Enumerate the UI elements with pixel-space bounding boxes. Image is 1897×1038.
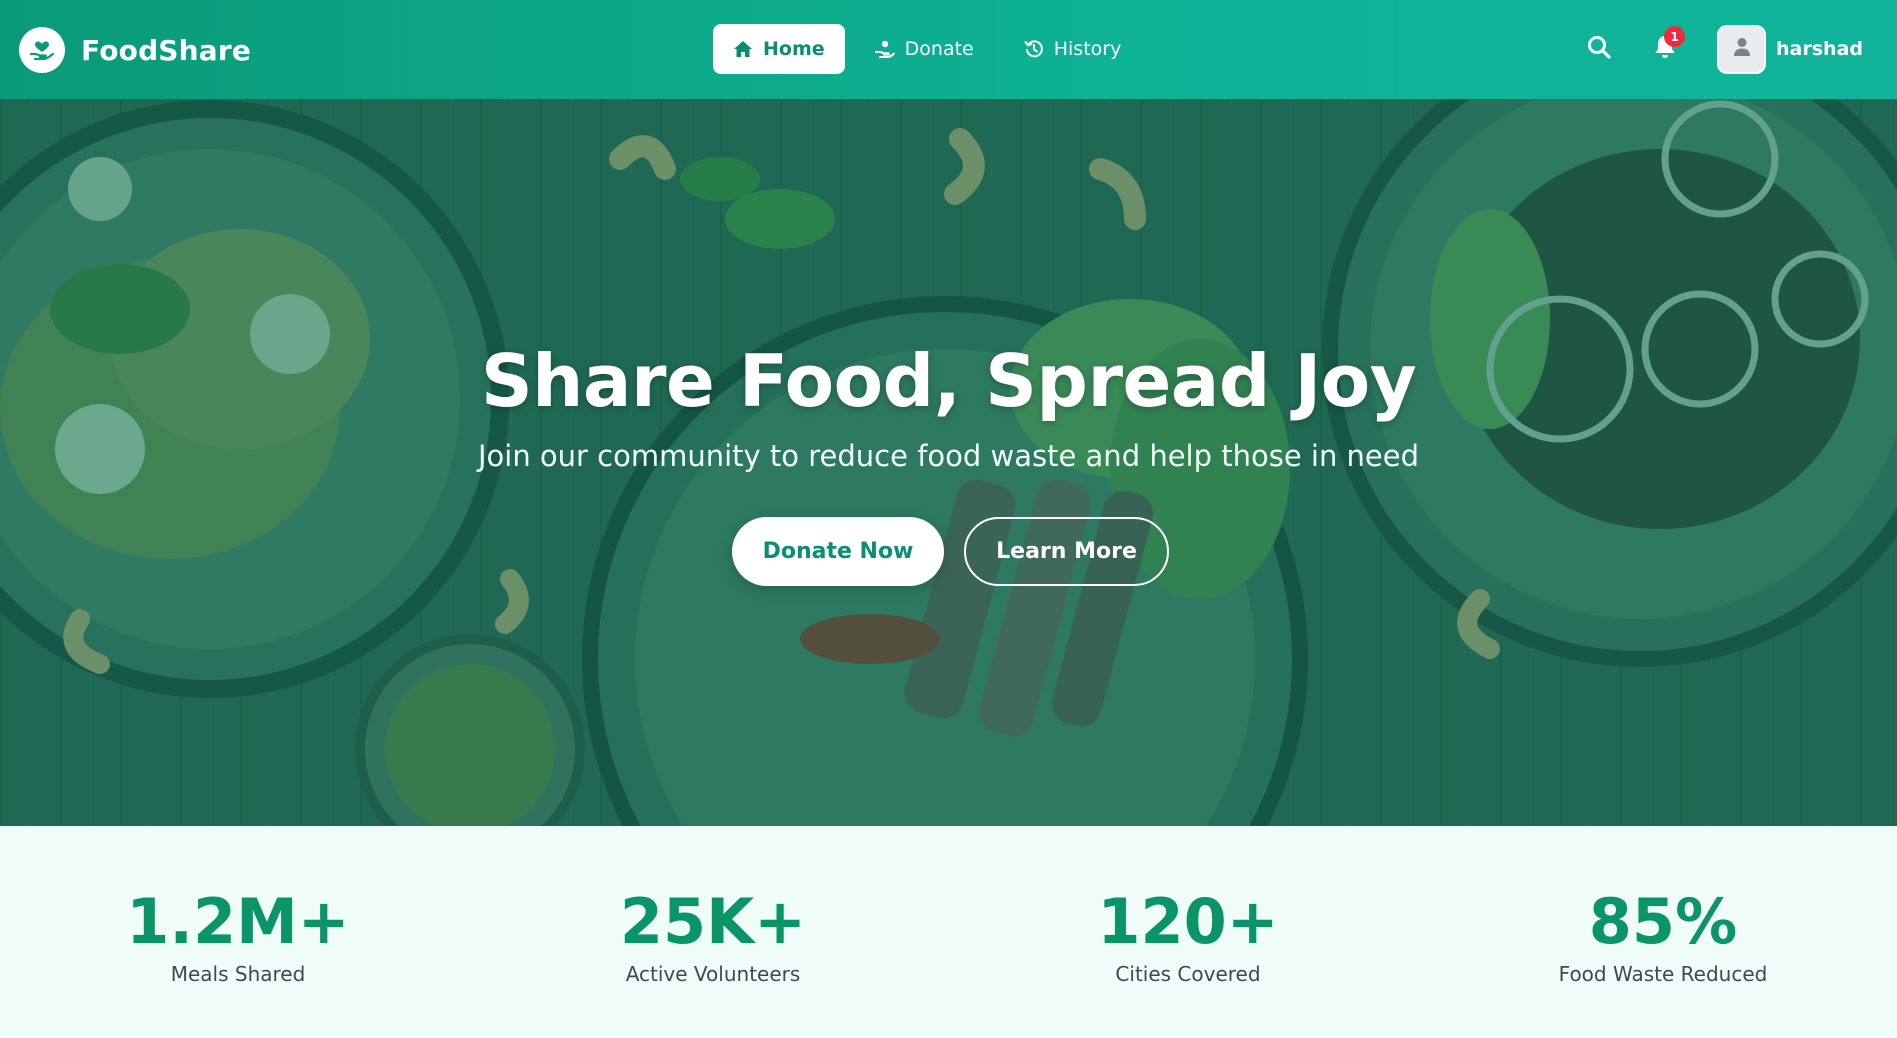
stat-meals-shared: 1.2M+ Meals Shared: [28, 885, 448, 987]
stat-value: 25K+: [619, 885, 807, 958]
nav-item-label: History: [1053, 38, 1122, 60]
stat-value: 1.2M+: [126, 885, 350, 958]
stat-label: Meals Shared: [170, 962, 306, 986]
history-icon: [1024, 39, 1044, 59]
stat-cities-covered: 120+ Cities Covered: [978, 885, 1398, 987]
hand-heart-icon: [19, 27, 65, 73]
brand-name: FoodShare: [81, 33, 252, 67]
stat-value: 85%: [1588, 885, 1738, 958]
search-button[interactable]: [1579, 29, 1619, 69]
username: harshad: [1776, 38, 1863, 60]
top-navbar: FoodShare Home Donate History 1 harshad: [0, 0, 1897, 99]
nav-item-history[interactable]: History: [1004, 24, 1142, 74]
hero-actions: Donate Now Learn More: [732, 517, 1169, 586]
stat-food-waste-reduced: 85% Food Waste Reduced: [1453, 885, 1873, 987]
notifications-button[interactable]: 1: [1645, 26, 1686, 69]
hand-donate-icon: [874, 39, 895, 59]
donate-now-button[interactable]: Donate Now: [732, 517, 944, 586]
user-menu[interactable]: harshad: [1717, 24, 1863, 74]
avatar: [1717, 24, 1767, 74]
nav-item-label: Home: [763, 38, 825, 60]
search-icon: [1586, 34, 1612, 64]
stat-label: Cities Covered: [1115, 962, 1261, 986]
stats-section: 1.2M+ Meals Shared 25K+ Active Volunteer…: [0, 826, 1897, 1038]
nav-item-donate[interactable]: Donate: [855, 24, 994, 74]
hero-title: Share Food, Spread Joy: [480, 339, 1417, 423]
notification-badge: 1: [1664, 26, 1686, 47]
nav-item-home[interactable]: Home: [713, 24, 845, 74]
nav-item-label: Donate: [904, 38, 974, 60]
main-nav: Home Donate History: [713, 24, 1141, 74]
hero-content: Share Food, Spread Joy Join our communit…: [0, 99, 1897, 826]
learn-more-button[interactable]: Learn More: [964, 517, 1169, 586]
stat-label: Food Waste Reduced: [1558, 962, 1768, 986]
header-actions: 1 harshad: [1579, 24, 1863, 74]
hero-subtitle: Join our community to reduce food waste …: [477, 439, 1420, 473]
user-icon: [1733, 37, 1751, 61]
stat-value: 120+: [1097, 885, 1279, 958]
stat-active-volunteers: 25K+ Active Volunteers: [503, 885, 923, 987]
hero-section: Share Food, Spread Joy Join our communit…: [0, 99, 1897, 826]
brand-link[interactable]: FoodShare: [19, 26, 251, 74]
home-icon: [733, 40, 753, 58]
stat-label: Active Volunteers: [625, 962, 801, 986]
